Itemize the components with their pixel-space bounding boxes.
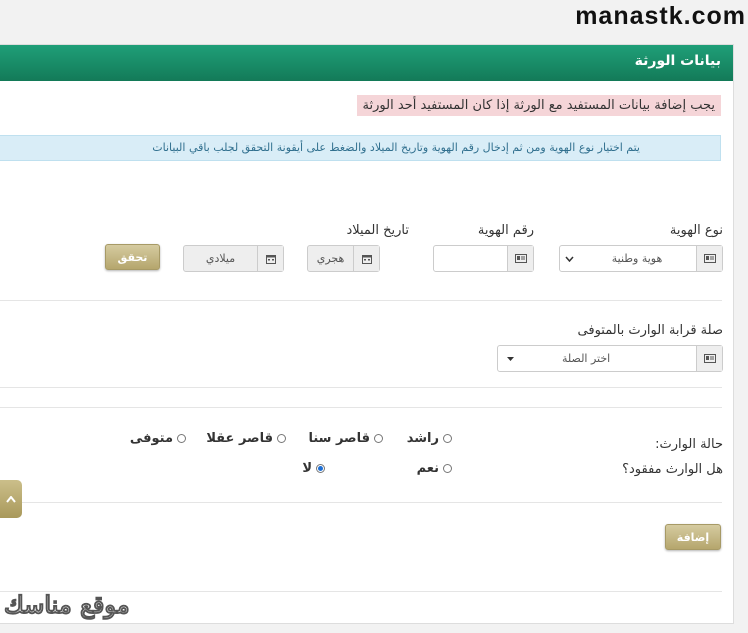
radio-button[interactable] <box>374 434 383 443</box>
id-number-label: رقم الهوية <box>477 223 534 238</box>
radio-label: قاصر عقلا <box>206 431 273 446</box>
heirs-panel: بيانات الورثة يجب إضافة بيانات المستفيد … <box>0 44 734 624</box>
radio-label: متوفى <box>129 431 173 446</box>
id-type-select[interactable]: هوية وطنية <box>559 245 723 272</box>
relation-select[interactable]: اختر الصلة <box>497 345 723 372</box>
id-card-icon <box>696 246 722 271</box>
caret-down-icon <box>498 346 522 371</box>
heir-status-label: حالة الوارث: <box>655 437 723 452</box>
bottom-watermark: موقع مناسك <box>4 590 131 620</box>
hijri-date-field[interactable]: هجري <box>307 245 380 272</box>
status-option-deceased[interactable]: متوفى <box>130 431 186 446</box>
status-option-minor-age[interactable]: قاصر سنا <box>308 431 383 446</box>
relation-label: صلة قرابة الوارث بالمتوفى <box>577 323 723 338</box>
status-option-minor-mind[interactable]: قاصر عقلا <box>206 431 286 446</box>
divider <box>0 387 722 388</box>
radio-label: نعم <box>416 461 439 476</box>
id-number-input[interactable] <box>434 246 507 271</box>
calendar-icon <box>353 246 379 271</box>
chevron-down-icon <box>560 246 578 271</box>
radio-label: راشد <box>406 431 439 446</box>
radio-button[interactable] <box>443 464 452 473</box>
divider <box>0 407 722 408</box>
site-watermark: manastk.com <box>575 2 746 30</box>
id-type-label: نوع الهوية <box>669 223 723 238</box>
divider <box>0 502 722 503</box>
gregorian-date-field[interactable]: ميلادي <box>183 245 284 272</box>
id-card-icon <box>696 346 722 371</box>
radio-button-selected[interactable] <box>316 464 325 473</box>
scroll-up-button[interactable] <box>0 480 22 518</box>
add-button[interactable]: إضافة <box>665 524 721 550</box>
radio-button[interactable] <box>443 434 452 443</box>
id-type-value: هوية وطنية <box>611 252 663 265</box>
gregorian-date-value: ميلادي <box>205 252 236 265</box>
radio-button[interactable] <box>277 434 286 443</box>
missing-label: هل الوارث مفقود؟ <box>622 462 723 477</box>
status-option-rashid[interactable]: راشد <box>407 431 452 446</box>
verify-button[interactable]: تحقق <box>105 244 160 270</box>
panel-title: بيانات الورثة <box>0 45 733 81</box>
chevron-up-icon <box>6 495 16 503</box>
divider <box>0 300 722 301</box>
birth-date-label: تاريخ الميلاد <box>346 223 409 238</box>
warning-alert: يجب إضافة بيانات المستفيد مع الورثة إذا … <box>356 95 721 116</box>
missing-option-yes[interactable]: نعم <box>417 461 452 476</box>
radio-button[interactable] <box>177 434 186 443</box>
radio-label: قاصر سنا <box>308 431 370 446</box>
relation-value: اختر الصلة <box>562 352 611 365</box>
calendar-icon <box>257 246 283 271</box>
radio-label: لا <box>302 461 312 476</box>
id-card-icon <box>507 246 533 271</box>
hijri-date-value: هجري <box>316 252 345 265</box>
id-number-field[interactable] <box>433 245 534 272</box>
info-alert: يتم اختيار نوع الهوية ومن ثم إدخال رقم ا… <box>0 135 721 161</box>
missing-option-no[interactable]: لا <box>302 461 325 476</box>
